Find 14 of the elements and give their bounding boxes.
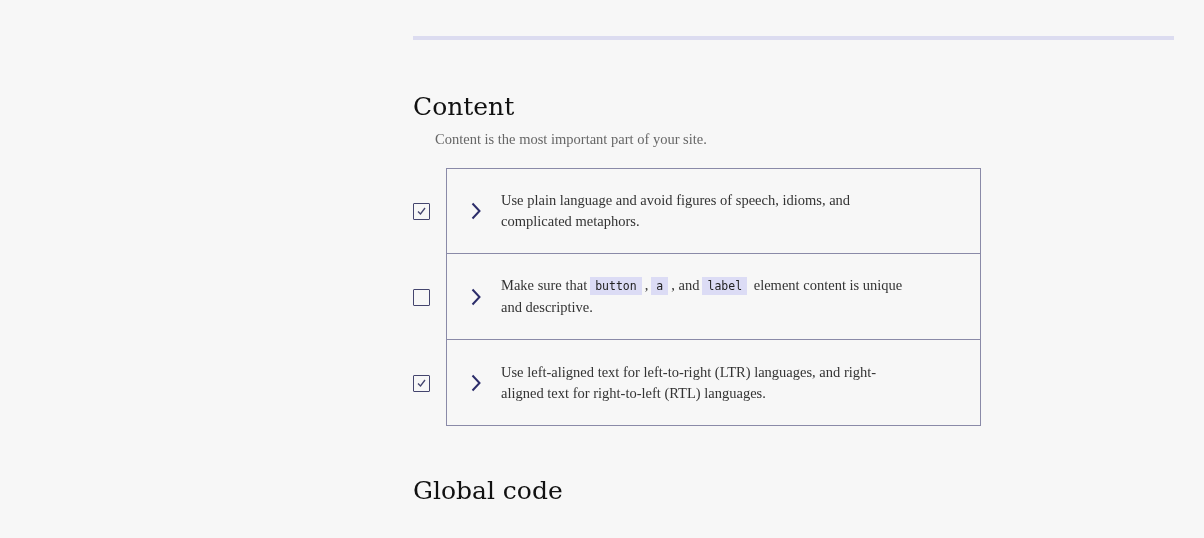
item-text: Use left-aligned text for left-to-right (LTR) languages, and right-aligned text for right-to-left (RTL) languages. (501, 362, 878, 403)
chevron-right-icon[interactable] (471, 202, 481, 220)
checkmark-icon (417, 207, 426, 215)
checkbox[interactable] (413, 288, 430, 306)
checkbox[interactable] (413, 202, 430, 220)
item-text: Use plain language and avoid figures of speech, idioms, and complicated metaphors. (501, 191, 852, 231)
chevron-right-icon[interactable] (471, 287, 481, 306)
section-heading: Content (413, 92, 516, 121)
item-text: Make sure that button , a , and label element content is unique and descriptive. (501, 276, 904, 317)
section-heading: Global code (413, 476, 564, 505)
checkbox[interactable] (413, 374, 430, 392)
checkmark-icon (417, 379, 426, 387)
section-description: Content is the most important part of your site. (435, 131, 708, 148)
chevron-right-icon[interactable] (471, 373, 481, 392)
